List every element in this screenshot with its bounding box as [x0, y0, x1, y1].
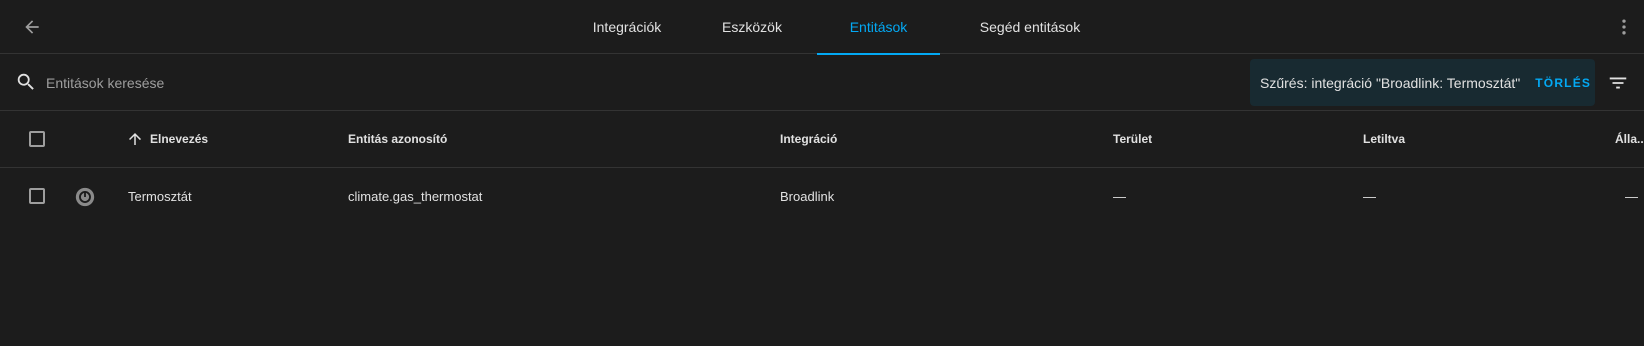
filter-description: Szűrés: integráció "Broadlink: Termosztá…: [1260, 74, 1521, 91]
filter-icon: [1609, 77, 1627, 89]
tab-bar: Integrációk Eszközök Entitások Segéd ent…: [0, 0, 1644, 55]
table-row[interactable]: Termosztát climate.gas_thermostat Broadl…: [0, 168, 1644, 225]
dots-vertical-icon: [1622, 19, 1626, 35]
arrow-up-icon: [129, 133, 141, 145]
row-checkbox[interactable]: [29, 188, 45, 204]
select-all-checkbox[interactable]: [29, 131, 45, 147]
tab-entities[interactable]: Entitások: [817, 0, 940, 55]
tab-label: Integrációk: [592, 19, 662, 35]
column-header-area[interactable]: Terület: [1113, 111, 1152, 167]
cell-entity-id: climate.gas_thermostat: [348, 189, 483, 204]
column-label: Terület: [1113, 132, 1153, 146]
column-label: Elnevezés: [150, 132, 209, 146]
column-label: Entitás azonosító: [348, 132, 448, 146]
search-bar: Szűrés: integráció "Broadlink: Termosztá…: [0, 54, 1644, 111]
tab-label: Entitások: [849, 19, 908, 35]
top-bar: Integrációk Eszközök Entitások Segéd ent…: [0, 0, 1644, 55]
column-header-name[interactable]: Elnevezés: [126, 111, 208, 167]
column-header-status[interactable]: Álla...: [1615, 111, 1644, 167]
column-header-entity-id[interactable]: Entitás azonosító: [348, 111, 447, 167]
cell-disabled: —: [1363, 189, 1376, 204]
cell-name: Termosztát: [128, 189, 192, 204]
column-label: Integráció: [780, 132, 838, 146]
app-window: Integrációk Eszközök Entitások Segéd ent…: [0, 0, 1644, 346]
column-label: Álla...: [1615, 132, 1644, 146]
column-header-integration[interactable]: Integráció: [780, 111, 837, 167]
tab-integrations[interactable]: Integrációk: [577, 0, 677, 54]
tab-label: Segéd entitások: [979, 19, 1081, 35]
thermostat-icon: [75, 187, 95, 207]
tab-devices[interactable]: Eszközök: [702, 0, 802, 54]
cell-integration: Broadlink: [780, 189, 835, 204]
table-header: Elnevezés Entitás azonosító Integráció T…: [0, 111, 1644, 168]
column-header-disabled[interactable]: Letiltva: [1363, 111, 1405, 167]
cell-status: —: [1625, 189, 1638, 204]
tab-label: Eszközök: [722, 19, 782, 35]
active-filter-chip: Szűrés: integráció "Broadlink: Termosztá…: [1250, 59, 1595, 106]
filter-button[interactable]: [1606, 71, 1630, 95]
search-input[interactable]: [44, 68, 648, 98]
column-label: Letiltva: [1363, 132, 1406, 146]
cell-area: —: [1113, 189, 1126, 204]
search-icon: [17, 73, 34, 90]
clear-filter-button[interactable]: TÖRLÉS: [1535, 76, 1591, 90]
tab-helpers[interactable]: Segéd entitások: [955, 0, 1105, 54]
overflow-menu-button[interactable]: [1612, 15, 1636, 39]
